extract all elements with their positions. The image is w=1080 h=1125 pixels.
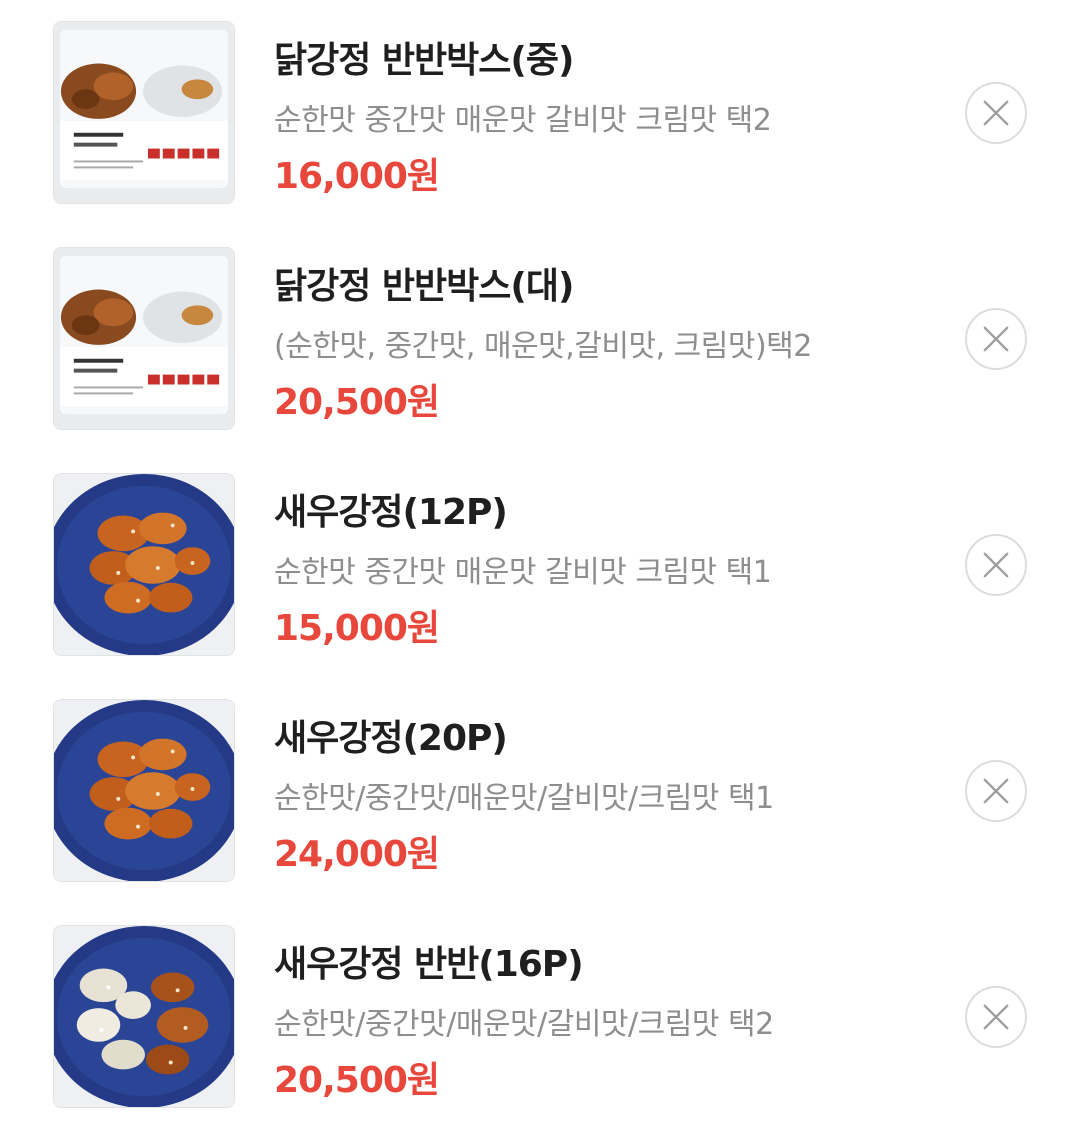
shrimp-thumbnail[interactable] (53, 473, 235, 656)
remove-item-button[interactable] (965, 308, 1027, 370)
cart-item[interactable]: 새우강정(20P) 순한맛/중간맛/매운맛/갈비맛/크림맛 택1 24,000원 (0, 699, 1080, 899)
item-options: 순한맛/중간맛/매운맛/갈비맛/크림맛 택2 (274, 1007, 774, 1042)
remove-item-button[interactable] (965, 82, 1027, 144)
item-title: 새우강정 반반(16P) (274, 944, 584, 985)
cart-item[interactable]: 새우강정(12P) 순한맛 중간맛 매운맛 갈비맛 크림맛 택1 15,000원 (0, 473, 1080, 673)
item-price: 24,000원 (274, 834, 440, 875)
item-options: 순한맛 중간맛 매운맛 갈비맛 크림맛 택2 (274, 103, 772, 138)
close-icon (983, 552, 1009, 578)
shrimp-plate-photo (54, 700, 234, 881)
close-icon (983, 100, 1009, 126)
shrimp-plate-photo (54, 474, 234, 655)
cart-item-list: 닭강정 반반박스(중) 순한맛 중간맛 매운맛 갈비맛 크림맛 택2 16,00… (0, 0, 1080, 1120)
close-icon (983, 326, 1009, 352)
item-options: (순한맛, 중간맛, 매운맛,갈비맛, 크림맛)택2 (274, 329, 812, 364)
boxed-chicken-photo (54, 22, 234, 203)
item-price: 16,000원 (274, 156, 440, 197)
cart-item[interactable]: 닭강정 반반박스(중) 순한맛 중간맛 매운맛 갈비맛 크림맛 택2 16,00… (0, 21, 1080, 221)
item-price: 15,000원 (274, 608, 440, 649)
item-options: 순한맛 중간맛 매운맛 갈비맛 크림맛 택1 (274, 555, 772, 590)
remove-item-button[interactable] (965, 986, 1027, 1048)
item-options: 순한맛/중간맛/매운맛/갈비맛/크림맛 택1 (274, 781, 774, 816)
shrimp-half-thumbnail[interactable] (53, 925, 235, 1108)
shrimp-thumbnail[interactable] (53, 699, 235, 882)
boxed-chicken-photo (54, 248, 234, 429)
boxed-chicken-thumbnail[interactable] (53, 21, 235, 204)
close-icon (983, 778, 1009, 804)
remove-item-button[interactable] (965, 534, 1027, 596)
cart-item[interactable]: 새우강정 반반(16P) 순한맛/중간맛/매운맛/갈비맛/크림맛 택2 20,5… (0, 925, 1080, 1125)
item-title: 새우강정(20P) (274, 718, 508, 759)
close-icon (983, 1004, 1009, 1030)
item-title: 새우강정(12P) (274, 492, 508, 533)
item-title: 닭강정 반반박스(중) (274, 40, 574, 81)
item-title: 닭강정 반반박스(대) (274, 266, 574, 307)
cart-item[interactable]: 닭강정 반반박스(대) (순한맛, 중간맛, 매운맛,갈비맛, 크림맛)택2 2… (0, 247, 1080, 447)
boxed-chicken-thumbnail[interactable] (53, 247, 235, 430)
item-price: 20,500원 (274, 1060, 440, 1101)
shrimp-half-plate-photo (54, 926, 234, 1107)
remove-item-button[interactable] (965, 760, 1027, 822)
item-price: 20,500원 (274, 382, 440, 423)
